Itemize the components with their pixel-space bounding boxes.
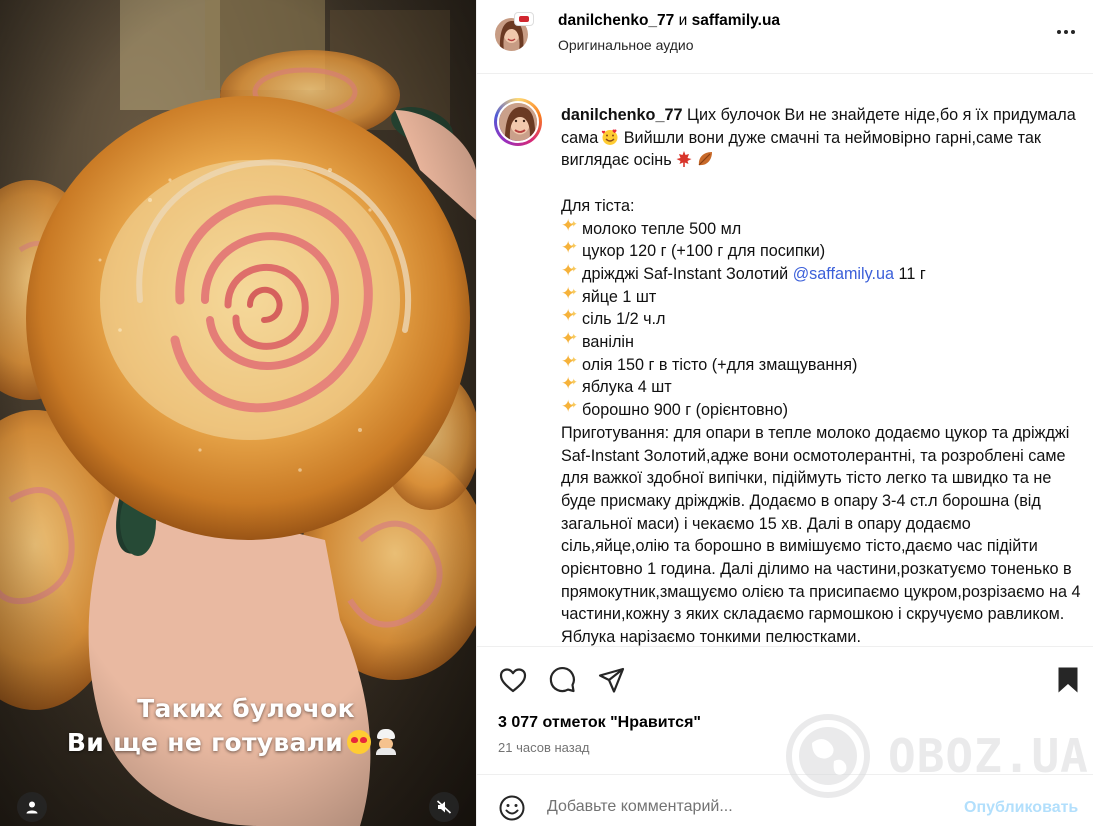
ingredient-item: ванілін [561,326,1081,354]
sparkles-icon [561,371,578,396]
post-timestamp[interactable]: 21 часов назад [498,740,590,755]
preparation-text: Приготування: для опари в тепле молоко д… [561,423,1081,646]
mute-toggle-button[interactable] [429,792,459,822]
mention-link[interactable]: @saffamily.ua [793,265,894,283]
sparkles-icon [561,281,578,306]
emoji-picker-icon[interactable] [498,794,526,822]
comment-bubble-icon[interactable] [547,665,577,695]
ingredient-item: цукор 120 г (+100 г для посипки) [561,235,1081,263]
collaborator-username-link[interactable]: saffamily.ua [692,12,780,29]
muted-speaker-icon [436,800,452,814]
sparkles-icon [561,235,578,260]
author-username-link[interactable]: danilchenko_77 [558,12,674,29]
sparkles-icon [561,349,578,374]
maple-leaf-emoji-icon [676,151,692,168]
sparkles-icon [561,326,578,351]
likes-count-link[interactable]: 3 077 отметок "Нравится" [498,714,701,732]
comment-composer: Опубликовать [477,774,1093,826]
post-header: danilchenko_77 и saffamily.ua Оригинальн… [477,0,1093,74]
sparkles-icon [561,258,578,283]
post-media[interactable]: Таких булочок Ви ще не готували [0,0,476,826]
ingredient-item: дріжджі Saf-Instant Золотий @saffamily.u… [561,258,1081,286]
post-actions [477,646,1093,706]
like-heart-icon[interactable] [498,665,528,695]
ingredient-item: сіль 1/2 ч.л [561,303,1081,331]
post-authors: danilchenko_77 и saffamily.ua [558,12,780,30]
ingredient-item: яблука 4 шт [561,371,1081,399]
video-overlay-line-2: Ви ще не готували [0,728,470,757]
dough-title: Для тіста: [561,196,635,215]
video-overlay-line-1: Таких булочок [137,694,355,723]
post-details-panel: danilchenko_77 и saffamily.ua Оригинальн… [476,0,1093,826]
sparkles-icon [561,394,578,419]
share-paper-plane-icon[interactable] [597,665,627,695]
ingredient-item: молоко тепле 500 мл [561,213,1081,241]
caption-text: danilchenko_77 Цих булочок Ви не знайдет… [561,104,1081,646]
sparkles-icon [561,213,578,238]
ingredient-item: олія 150 г в тісто (+для змащування) [561,349,1081,377]
ingredient-item: борошно 900 г (орієнтовно) [561,394,1081,422]
heart-eyes-emoji-icon [347,730,372,754]
audio-label-link[interactable]: Оригинальное аудио [558,37,694,53]
save-bookmark-icon[interactable] [1053,665,1083,695]
caption-intro-2: Вийшли вони дуже смачні та неймовірно га… [561,128,1041,170]
comment-input[interactable] [547,798,927,816]
more-options-button[interactable] [1051,22,1081,42]
publish-comment-button[interactable]: Опубликовать [964,799,1078,817]
ingredient-item: яйце 1 шт [561,281,1081,309]
fallen-leaf-emoji-icon [698,152,712,166]
post-caption: danilchenko_77 Цих булочок Ви не знайдет… [477,74,1093,646]
smiling-hearts-emoji-icon [602,129,618,145]
user-icon [26,801,38,814]
caption-username-link[interactable]: danilchenko_77 [561,106,682,124]
tagged-users-button[interactable] [17,792,47,822]
more-dots-icon [1057,30,1061,34]
caption-author-avatar[interactable] [494,98,542,146]
chef-emoji-icon [375,729,397,755]
sparkles-icon [561,303,578,328]
collab-avatar-badge[interactable] [514,12,534,26]
authors-joiner: и [678,12,688,29]
